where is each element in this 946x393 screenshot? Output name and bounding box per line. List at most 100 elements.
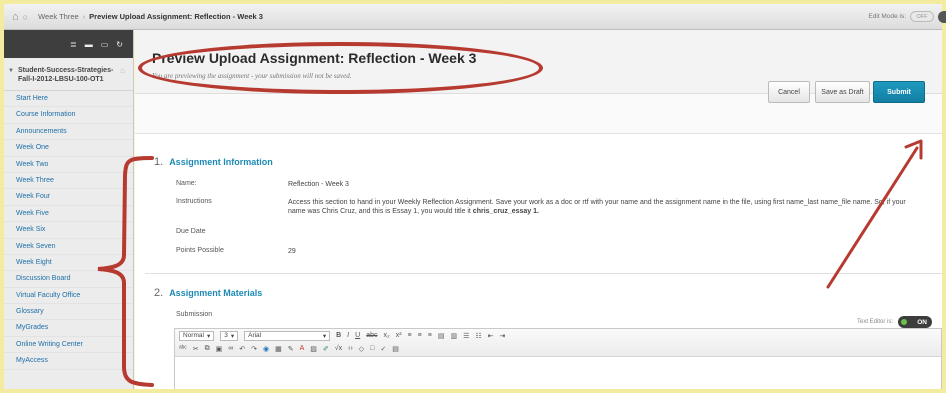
sidebar-item-week-four[interactable]: Week Four xyxy=(4,189,133,206)
text-color-icon[interactable]: A xyxy=(300,345,305,352)
submission-label: Submission xyxy=(176,311,213,318)
font-select[interactable]: Arial ▾ xyxy=(244,330,331,341)
course-title-text: Student-Success-Strategies-Fall-I-2012-L… xyxy=(18,67,114,83)
sidebar-item-announcements[interactable]: Announcements xyxy=(4,124,133,141)
course-menu: ≣ ▬ ▭ ↻ ▼ Student-Success-Strategies-Fal… xyxy=(4,30,134,389)
toggle-on-indicator-icon xyxy=(901,319,907,325)
sidebar-item-week-three[interactable]: Week Three xyxy=(4,173,133,190)
font-value: Arial xyxy=(248,332,262,339)
redo-icon[interactable]: ↷ xyxy=(251,345,257,353)
format-value: Normal xyxy=(183,332,204,339)
edit-mode-label: Edit Mode is: xyxy=(868,13,906,20)
breadcrumb-item-week-three[interactable]: Week Three xyxy=(38,12,79,21)
folder-view-icon[interactable]: ▬ xyxy=(85,40,93,49)
refresh-icon[interactable]: ○ xyxy=(23,12,28,22)
paste-icon[interactable]: ▤ xyxy=(438,332,445,340)
align-center-icon[interactable]: ≡ xyxy=(418,332,422,339)
bold-icon[interactable]: B xyxy=(336,332,341,339)
highlight-icon[interactable]: ✎ xyxy=(288,345,294,353)
collapse-arrow-icon[interactable]: ▼ xyxy=(8,67,14,76)
text-editor-toggle-group: Text Editor is: ON xyxy=(857,316,932,328)
top-bar: ⌂ ○ Week Three › Preview Upload Assignme… xyxy=(4,4,946,30)
instructions-text: Access this section to hand in your Week… xyxy=(288,198,918,216)
spellcheck-icon[interactable]: ᵃᵇᶜ xyxy=(179,345,187,352)
copy-icon[interactable]: ⧉ xyxy=(205,345,210,353)
dropdown-arrow-icon: ▾ xyxy=(230,332,235,340)
dropdown-arrow-icon: ▾ xyxy=(206,332,211,340)
course-title[interactable]: ▼ Student-Success-Strategies-Fall-I-2012… xyxy=(4,58,133,91)
bulleted-list-icon[interactable]: ☰ xyxy=(463,332,469,340)
sidebar-item-week-five[interactable]: Week Five xyxy=(4,206,133,223)
due-date-label: Due Date xyxy=(176,228,206,235)
italic-icon[interactable]: I xyxy=(347,332,349,339)
paste-clipboard-icon[interactable]: ▣ xyxy=(216,345,223,353)
save-as-draft-button[interactable]: Save as Draft xyxy=(815,81,870,103)
outdent-icon[interactable]: ⇤ xyxy=(488,332,494,340)
subscript-icon[interactable]: x₂ xyxy=(383,332,389,339)
indent-icon[interactable]: ⇥ xyxy=(500,332,506,340)
paste-text-icon[interactable]: ▥ xyxy=(450,332,457,340)
preview-icon[interactable]: ▤ xyxy=(392,345,399,353)
edit-mode-control: Edit Mode is: OFF xyxy=(868,11,934,22)
sidebar-item-discussion-board[interactable]: Discussion Board xyxy=(4,271,133,288)
mashup-icon[interactable]: ✐ xyxy=(323,345,329,353)
insert-table-icon[interactable]: ▦ xyxy=(275,345,282,353)
cut-icon[interactable]: ✂ xyxy=(193,345,199,353)
format-select[interactable]: Normal ▾ xyxy=(179,330,215,341)
sidebar-item-start-here[interactable]: Start Here xyxy=(4,91,133,108)
dropdown-arrow-icon: ▾ xyxy=(322,332,327,340)
fullscreen-icon[interactable]: □ xyxy=(370,345,374,352)
home-icon[interactable]: ⌂ xyxy=(12,11,19,23)
instructions-body: Access this section to hand in your Week… xyxy=(288,199,906,215)
name-value: Reflection - Week 3 xyxy=(288,181,349,188)
sidebar-item-virtual-faculty-office[interactable]: Virtual Faculty Office xyxy=(4,288,133,305)
submission-editor[interactable]: Normal ▾ 3 ▾ Arial ▾ B I U abc x₂ x² ≡ ≡ ≡ … xyxy=(174,328,942,389)
cancel-button[interactable]: Cancel xyxy=(768,81,810,103)
list-view-icon[interactable]: ≣ xyxy=(70,40,77,49)
source-code-icon[interactable]: ◇ xyxy=(359,345,364,353)
text-editor-toggle[interactable]: ON xyxy=(898,316,932,328)
align-right-icon[interactable]: ≡ xyxy=(428,332,432,339)
sidebar-item-week-two[interactable]: Week Two xyxy=(4,157,133,173)
assignment-information-section: 1. Assignment Information xyxy=(135,156,942,168)
align-left-icon[interactable]: ≡ xyxy=(408,332,412,339)
breadcrumb-item-current: Preview Upload Assignment: Reflection - … xyxy=(89,12,263,21)
strikethrough-icon[interactable]: abc xyxy=(366,332,377,339)
insert-media-icon[interactable]: ◉ xyxy=(263,345,269,353)
section-divider xyxy=(145,273,942,274)
toggle-state: ON xyxy=(917,318,927,326)
underline-icon[interactable]: U xyxy=(355,332,360,339)
math-equation-icon[interactable]: √x xyxy=(335,345,342,352)
course-home-icon[interactable]: ⌂ xyxy=(120,66,125,75)
sidebar-item-week-seven[interactable]: Week Seven xyxy=(4,239,133,255)
superscript-icon[interactable]: x² xyxy=(396,332,402,339)
undo-icon[interactable]: ↶ xyxy=(239,345,245,353)
section-title: Assignment Information xyxy=(169,157,273,167)
sidebar-item-mygrades[interactable]: MyGrades xyxy=(4,320,133,337)
refresh-menu-icon[interactable]: ↻ xyxy=(116,40,123,49)
text-editor-label: Text Editor is: xyxy=(856,319,893,325)
window-icon[interactable]: ▭ xyxy=(101,40,109,49)
html-code-icon[interactable]: ‹› xyxy=(348,345,353,352)
section-number: 1. xyxy=(154,156,164,168)
points-label: Points Possible xyxy=(176,247,224,254)
submit-button[interactable]: Submit xyxy=(873,81,925,103)
insert-image-icon[interactable]: ▨ xyxy=(310,345,317,353)
spell-check-box-icon[interactable]: ✓ xyxy=(380,345,386,353)
sidebar-item-week-eight[interactable]: Week Eight xyxy=(4,255,133,272)
edit-mode-toggle[interactable]: OFF xyxy=(910,11,934,22)
sidebar-item-course-information[interactable]: Course Information xyxy=(4,107,133,124)
sidebar-item-online-writing-center[interactable]: Online Writing Center xyxy=(4,337,133,354)
assignment-materials-section: 2. Assignment Materials xyxy=(135,287,942,299)
preview-note: You are previewing the assignment - your… xyxy=(152,72,352,80)
course-menu-toolbar: ≣ ▬ ▭ ↻ xyxy=(4,30,133,58)
link-icon[interactable]: ∞ xyxy=(228,345,233,352)
size-select[interactable]: 3 ▾ xyxy=(220,330,239,341)
panel-edge-handle[interactable] xyxy=(938,11,946,23)
points-value: 29 xyxy=(288,248,296,255)
sidebar-item-week-six[interactable]: Week Six xyxy=(4,222,133,239)
numbered-list-icon[interactable]: ☷ xyxy=(475,332,481,340)
sidebar-item-glossary[interactable]: Glossary xyxy=(4,304,133,321)
sidebar-item-myaccess[interactable]: MyAccess xyxy=(4,353,133,370)
sidebar-item-week-one[interactable]: Week One xyxy=(4,140,133,157)
